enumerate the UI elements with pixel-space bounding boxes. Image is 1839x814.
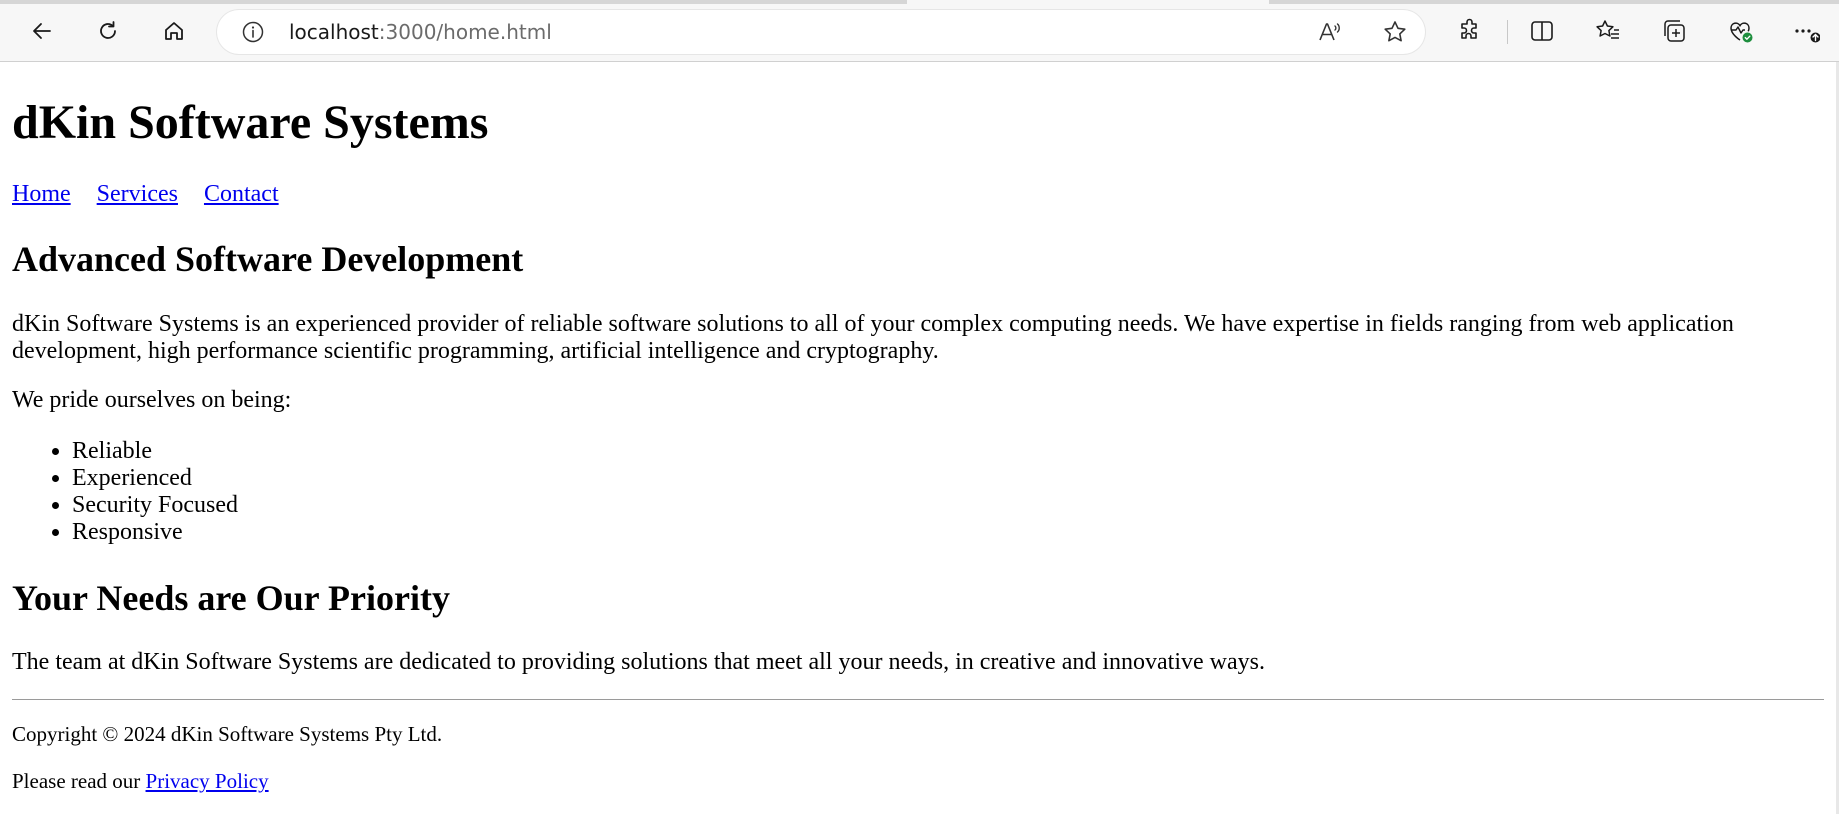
list-item: Reliable (72, 438, 238, 465)
list-item: Security Focused (72, 492, 238, 519)
more-menu-icon[interactable] (1792, 17, 1820, 45)
nav-link-services[interactable]: Services (97, 181, 178, 207)
privacy-policy-link[interactable]: Privacy Policy (146, 769, 269, 793)
address-bar[interactable]: localhost:3000/home.html (217, 10, 1425, 54)
browser-toolbar: localhost:3000/home.html (0, 0, 1839, 62)
footer-copyright: Copyright © 2024 dKin Software Systems P… (12, 722, 443, 746)
browser-essentials-icon[interactable] (1726, 17, 1754, 45)
tab-strip (0, 0, 1839, 4)
split-screen-icon[interactable] (1528, 17, 1556, 45)
list-item: Responsive (72, 519, 238, 546)
refresh-icon (100, 21, 116, 39)
home-button[interactable] (157, 14, 191, 48)
main-nav: Home Services Contact (12, 180, 305, 208)
back-button[interactable] (25, 14, 59, 48)
pride-paragraph: We pride ourselves on being: (12, 387, 292, 413)
collections-icon[interactable] (1660, 17, 1688, 45)
read-aloud-icon[interactable] (1317, 19, 1343, 45)
url-text[interactable]: localhost:3000/home.html (289, 20, 552, 44)
home-icon (165, 22, 183, 40)
back-icon (33, 23, 51, 39)
priority-paragraph: The team at dKin Software Systems are de… (12, 649, 1265, 675)
web-page: dKin Software Systems Home Services Contac… (0, 62, 1839, 814)
url-host: localhost (289, 20, 379, 44)
nav-link-contact[interactable]: Contact (204, 181, 279, 207)
section-heading-development: Advanced Software Development (12, 239, 524, 279)
favorite-star-icon[interactable] (1382, 19, 1408, 45)
qualities-list: Reliable Experienced Security Focused Re… (12, 438, 238, 546)
favorites-icon[interactable] (1594, 17, 1622, 45)
toolbar-divider (1507, 20, 1508, 44)
extensions-icon[interactable] (1456, 17, 1484, 45)
footer-divider (12, 699, 1824, 700)
refresh-button[interactable] (91, 14, 125, 48)
site-info-icon[interactable] (241, 20, 265, 44)
active-tab[interactable] (907, 0, 1269, 4)
nav-link-home[interactable]: Home (12, 181, 71, 207)
privacy-prefix: Please read our (12, 769, 146, 793)
intro-paragraph: dKin Software Systems is an experienced … (12, 311, 1734, 364)
site-title: dKin Software Systems (12, 96, 489, 149)
section-heading-priority: Your Needs are Our Priority (12, 578, 450, 618)
list-item: Experienced (72, 465, 238, 492)
footer-privacy: Please read our Privacy Policy (12, 768, 269, 794)
url-path: :3000/home.html (378, 20, 552, 44)
